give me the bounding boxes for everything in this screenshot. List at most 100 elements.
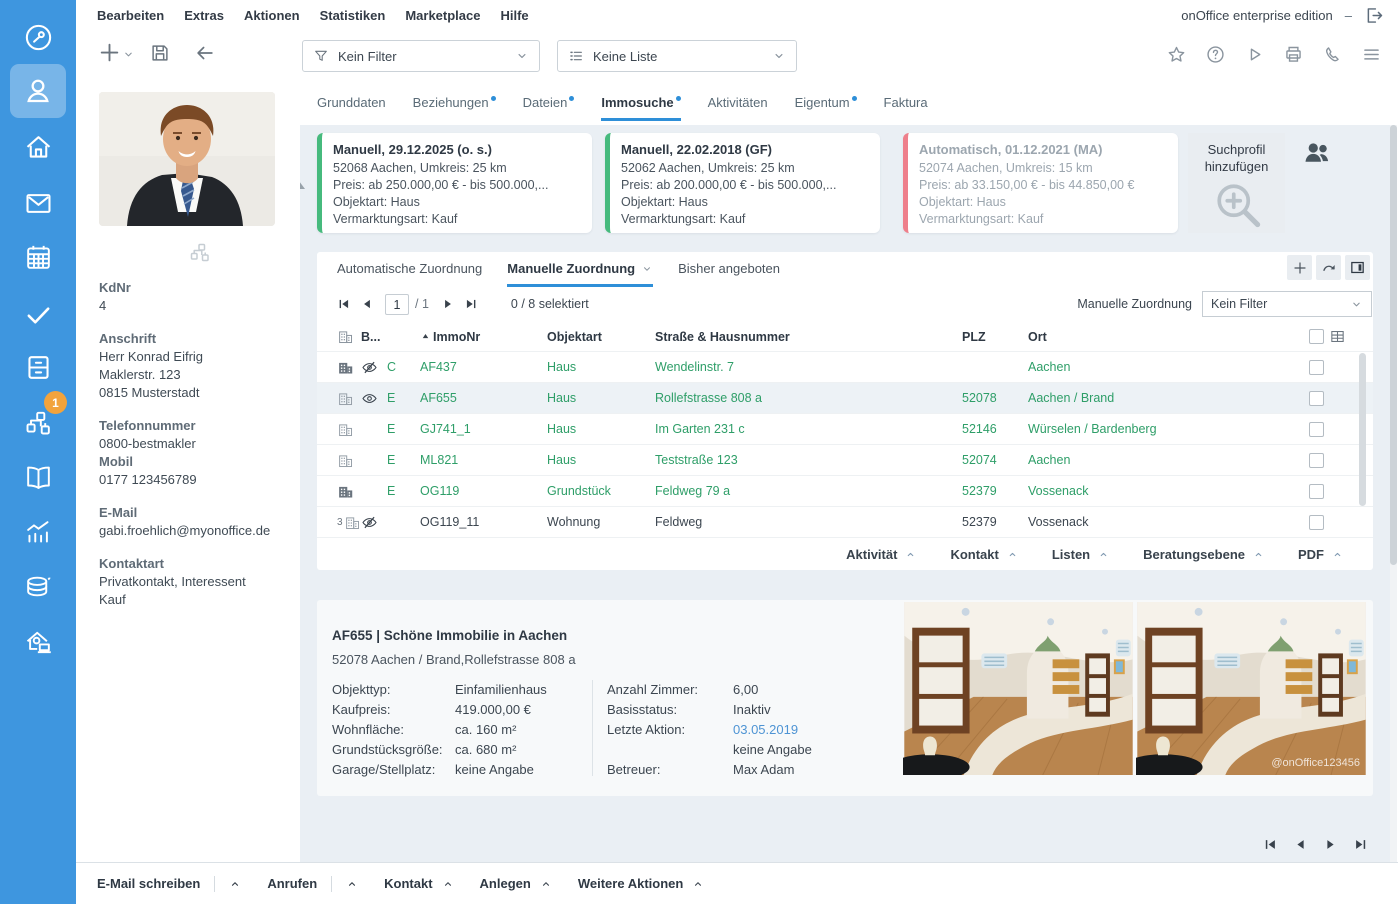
refresh-button[interactable] [1316,255,1341,280]
assignment-filter-dropdown[interactable]: Kein Filter [1202,291,1372,317]
col-ort[interactable]: Ort [1028,330,1309,344]
sidebar-item-statistics[interactable] [23,517,54,548]
immonr-link[interactable]: AF655 [420,391,547,405]
beratungsebene-action[interactable]: Beratungsebene [1143,547,1264,562]
table-row[interactable]: E ML821 Haus Teststraße 123 52074 Aachen [317,444,1373,475]
eye-off-icon[interactable] [361,514,387,531]
tab-manuelle-zuordnung[interactable]: Manuelle Zuordnung [507,261,653,287]
tab-eigentum[interactable]: Eigentum [795,95,857,121]
sidebar-item-email[interactable] [23,188,54,219]
row-checkbox[interactable] [1309,422,1324,437]
page-number-input[interactable]: 1 [385,294,409,315]
menu-aktionen[interactable]: Aktionen [244,8,300,23]
scrollbar-thumb[interactable] [1390,125,1397,565]
prev-record-button[interactable] [1293,837,1308,852]
column-view-button[interactable] [1345,255,1370,280]
immonr-link[interactable]: AF437 [420,360,547,374]
row-checkbox[interactable] [1309,484,1324,499]
phone-button[interactable] [1322,44,1343,65]
sidebar-item-onoffice[interactable] [23,627,54,658]
row-checkbox[interactable] [1309,515,1324,530]
new-record-button[interactable] [97,40,122,65]
col-plz[interactable]: PLZ [962,330,1028,344]
tab-faktura[interactable]: Faktura [884,95,928,121]
table-scrollbar[interactable] [1359,353,1366,506]
grid-settings-button[interactable] [1329,328,1346,345]
interested-parties-button[interactable] [1302,138,1332,168]
print-button[interactable] [1283,44,1304,65]
sidebar-item-accounting[interactable] [23,571,54,602]
first-record-button[interactable] [1263,837,1278,852]
tab-beziehungen[interactable]: Beziehungen [413,95,496,121]
table-row[interactable]: C AF437 Haus Wendelinstr. 7 Aachen [317,351,1373,382]
search-profile-card-1[interactable]: Manuell, 29.12.2025 (o. s.) 52068 Aachen… [317,133,592,233]
immonr-link[interactable]: OG119_11 [420,515,547,529]
strasse-link[interactable]: Teststraße 123 [655,453,962,467]
menu-marketplace[interactable]: Marketplace [405,8,480,23]
strasse-link[interactable]: Im Garten 231 c [655,422,962,436]
tutorial-button[interactable] [1244,44,1265,65]
eye-icon[interactable] [361,390,387,407]
strasse-link[interactable]: Rollefstrasse 808 a [655,391,962,405]
col-objektart[interactable]: Objektart [547,330,655,344]
favorite-button[interactable] [1166,44,1187,65]
add-search-profile-button[interactable]: Suchprofil hinzufügen [1188,133,1285,233]
eye-off-icon[interactable] [361,359,387,376]
anlegen-button[interactable]: Anlegen [480,876,552,891]
row-checkbox[interactable] [1309,391,1324,406]
tab-automatische-zuordnung[interactable]: Automatische Zuordnung [337,261,482,284]
kontakt-button[interactable]: Kontakt [384,876,453,891]
pdf-action[interactable]: PDF [1298,547,1343,562]
help-button[interactable] [1205,44,1226,65]
kontakt-action[interactable]: Kontakt [950,547,1017,562]
sidebar-item-dashboard[interactable] [23,22,54,53]
contact-photo[interactable] [99,92,275,226]
filter-dropdown[interactable]: Kein Filter [302,40,540,72]
tab-dateien[interactable]: Dateien [523,95,575,121]
tab-aktivitaeten[interactable]: Aktivitäten [708,95,768,121]
org-chart-button[interactable] [188,240,212,264]
email-options-caret[interactable] [229,878,241,890]
email-schreiben-button[interactable]: E-Mail schreiben [97,876,200,891]
col-strasse[interactable]: Straße & Hausnummer [655,330,962,344]
back-button[interactable] [194,42,216,64]
tab-immosuche[interactable]: Immosuche [601,95,680,121]
sidebar-item-addressbook[interactable] [23,462,54,493]
table-row[interactable]: E GJ741_1 Haus Im Garten 231 c 52146 Wür… [317,413,1373,444]
strasse-link[interactable]: Wendelinstr. 7 [655,360,962,374]
sidebar-item-tasks[interactable] [23,299,54,330]
tab-bisher-angeboten[interactable]: Bisher angeboten [678,261,780,284]
strasse-link[interactable]: Feldweg 79 a [655,484,962,498]
next-page-button[interactable] [441,297,455,311]
prev-page-button[interactable] [360,297,374,311]
first-page-button[interactable] [337,297,351,311]
sidebar-item-properties[interactable] [23,132,54,163]
col-immonr[interactable]: ImmoNr [420,330,547,344]
tab-grunddaten[interactable]: Grunddaten [317,95,386,121]
main-menu-button[interactable] [1361,44,1382,65]
last-action-date-link[interactable]: 03.05.2019 [733,720,798,740]
col-b[interactable]: B... [361,330,387,344]
menu-hilfe[interactable]: Hilfe [500,8,528,23]
add-assignment-button[interactable] [1287,255,1312,280]
main-scrollbar[interactable] [1390,125,1397,862]
save-button[interactable] [149,42,171,64]
last-page-button[interactable] [464,297,478,311]
select-all-checkbox[interactable] [1309,329,1324,344]
table-row[interactable]: 3 OG119_11 Wohnung Feldweg 52379 Vossena… [317,506,1373,537]
row-checkbox[interactable] [1309,453,1324,468]
property-photo-1[interactable] [903,602,1134,775]
list-dropdown[interactable]: Keine Liste [557,40,797,72]
search-profile-card-2[interactable]: Manuell, 22.02.2018 (GF) 52062 Aachen, U… [605,133,880,233]
next-record-button[interactable] [1323,837,1338,852]
strasse-link[interactable]: Feldweg [655,515,962,529]
immonr-link[interactable]: OG119 [420,484,547,498]
row-checkbox[interactable] [1309,360,1324,375]
table-row[interactable]: E AF655 Haus Rollefstrasse 808 a 52078 A… [317,382,1373,413]
listen-action[interactable]: Listen [1052,547,1109,562]
anrufen-options-caret[interactable] [346,878,358,890]
sidebar-item-files[interactable] [23,352,54,383]
weitere-aktionen-button[interactable]: Weitere Aktionen [578,876,704,891]
menu-statistiken[interactable]: Statistiken [320,8,386,23]
search-profile-card-3[interactable]: Automatisch, 01.12.2021 (MA) 52074 Aache… [903,133,1178,233]
